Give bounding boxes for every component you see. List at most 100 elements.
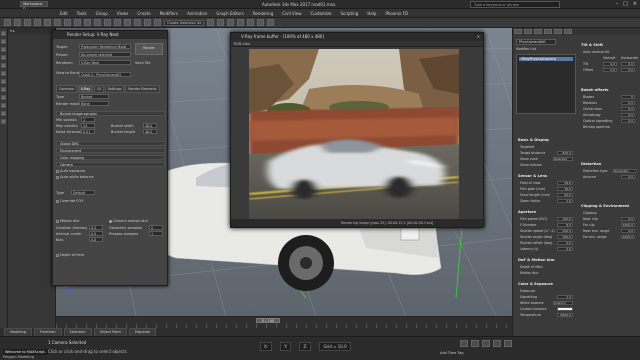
temperature-field[interactable]: 6500.0 [557, 313, 573, 317]
schematic-icon[interactable] [227, 19, 235, 26]
shutter-offset-field[interactable]: 0.0 [557, 241, 573, 245]
far-env-field[interactable]: 1000.0 [621, 235, 635, 239]
targeted-checkbox[interactable]: Targeted [520, 145, 534, 149]
menu-group[interactable]: Group [96, 11, 108, 16]
camera-type-dropdown[interactable]: Default [71, 190, 95, 195]
vignetting-checkbox[interactable]: Vignetting [520, 295, 537, 299]
select-by-name-icon[interactable] [64, 19, 71, 26]
prepass-samples-field[interactable]: 1 [149, 231, 163, 236]
next-frame-icon[interactable] [493, 340, 501, 347]
bokeh-rollout[interactable]: Bokeh effects [581, 88, 609, 92]
amount-field[interactable]: 0.0 [621, 175, 635, 179]
rotation-field[interactable]: 0.0 [621, 101, 635, 105]
bias-field[interactable]: 0.0 [89, 237, 103, 242]
menu-customize[interactable]: Customize [311, 11, 332, 16]
align-icon[interactable] [154, 19, 161, 26]
motion-blur-checkbox[interactable]: Motion blur [520, 271, 539, 275]
camera-motion-blur-checkbox[interactable]: Camera motion blur [109, 219, 148, 223]
render-mask-dropdown[interactable]: None [79, 101, 109, 106]
x-coordinate-field[interactable]: X: [260, 342, 273, 351]
override-fov-checkbox[interactable]: Override FOV [56, 199, 83, 203]
timeline[interactable]: 0 / 100 [56, 316, 512, 329]
exposure-checkbox[interactable]: Exposure [520, 289, 535, 293]
field-of-view-field[interactable]: 39.6 [557, 181, 573, 185]
offset-vertical-field[interactable]: 0.0 [603, 68, 617, 72]
menu-modifiers[interactable]: Modifiers [160, 11, 178, 16]
render-setup-icon[interactable] [247, 19, 255, 26]
hierarchy-icon[interactable] [1, 47, 6, 52]
utilities-tab-icon[interactable] [564, 29, 572, 34]
menu-views[interactable]: Views [117, 11, 129, 16]
motion-tab-icon[interactable] [544, 29, 552, 34]
menu-graph-editors[interactable]: Graph Editors [216, 11, 243, 16]
target-dropdown[interactable]: Production Rendering Mode [79, 44, 131, 49]
search-input[interactable]: Type a keyword or phrase [470, 1, 560, 8]
menu-rendering[interactable]: Rendering [253, 11, 273, 16]
camera-rollout[interactable]: Camera [56, 162, 165, 167]
preset-dropdown[interactable]: No preset selected [79, 52, 131, 57]
view-to-render-dropdown[interactable]: Quad 4 - PhysCamera01 [79, 72, 131, 77]
motion-icon[interactable] [1, 55, 6, 60]
bucket-width-field[interactable]: 48.0 [143, 123, 157, 128]
modifier-list-dropdown[interactable]: Modifier List [516, 47, 536, 51]
motion-blur-checkbox[interactable]: Motion blur [56, 219, 80, 223]
depth-of-field-checkbox[interactable]: Depth of field [56, 253, 84, 257]
target-distance-field[interactable]: 600.0 [557, 151, 573, 155]
render-image[interactable] [249, 49, 459, 221]
close-icon[interactable]: × [633, 1, 637, 7]
tool-icon[interactable] [1, 87, 6, 92]
scale-icon[interactable] [104, 19, 111, 26]
menu-scripting[interactable]: Scripting [341, 11, 359, 16]
add-time-tag[interactable]: Add Time Tag [440, 351, 464, 355]
tilt-shift-rollout[interactable]: Tilt & Shift [581, 43, 603, 47]
time-slider[interactable]: 0 / 100 [256, 318, 280, 323]
far-clip-field[interactable]: 1000.0 [621, 223, 635, 227]
material-editor-icon[interactable] [237, 19, 245, 26]
zoom-factor-field[interactable]: 1.0 [557, 199, 573, 203]
maximize-icon[interactable]: □ [623, 1, 628, 7]
tab-gi[interactable]: GI [94, 85, 104, 93]
tilt-horizontal-field[interactable]: 0.0 [621, 62, 635, 66]
vignetting-field[interactable]: 1.0 [557, 295, 573, 299]
near-env-field[interactable]: 0.0 [621, 229, 635, 233]
clipping-checkbox[interactable]: Clipping [583, 211, 596, 215]
select-icon[interactable] [54, 19, 61, 26]
modify-tab-icon[interactable] [524, 29, 532, 34]
dof-motion-blur-rollout[interactable]: DoF & Motion blur [518, 258, 555, 262]
geometry-samples-field[interactable]: 2 [149, 225, 163, 230]
display-icon[interactable] [1, 63, 6, 68]
render-frame-icon[interactable] [257, 19, 265, 26]
undo-icon[interactable] [4, 19, 11, 26]
tab-settings[interactable]: Settings [104, 85, 125, 93]
film-gate-field[interactable]: 36.0 [557, 187, 573, 191]
sensor-lens-rollout[interactable]: Sensor & Lens [518, 174, 547, 178]
rect-select-icon[interactable] [74, 19, 81, 26]
latency-field[interactable]: 0.0 [557, 247, 573, 251]
min-subdivs-field[interactable]: 1 [81, 117, 95, 122]
bucket-sampler-rollout[interactable]: Bucket image sampler [56, 111, 165, 116]
film-speed-field[interactable]: 100.0 [557, 217, 573, 221]
duration-field[interactable]: 0.5 [89, 225, 103, 230]
color-exposure-rollout[interactable]: Color & Exposure [518, 282, 553, 286]
auto-white-balance-checkbox[interactable]: Auto white balance [56, 175, 94, 179]
offset-horizontal-field[interactable]: 0.0 [621, 68, 635, 72]
interval-center-field[interactable]: 0.5 [89, 231, 103, 236]
create-icon[interactable] [1, 31, 6, 36]
blades-checkbox[interactable]: Blades [583, 95, 594, 99]
selection-set-dropdown[interactable]: Create Selection Se [164, 19, 205, 26]
minimize-icon[interactable]: – [616, 1, 619, 7]
center-bias-field[interactable]: 0.0 [621, 107, 635, 111]
environment-rollout[interactable]: Environment [56, 148, 165, 153]
near-clip-field[interactable]: 0.0 [621, 217, 635, 221]
color-mapping-rollout[interactable]: Color mapping [56, 155, 165, 160]
bitmap-aperture-checkbox[interactable]: Bitmap aperture [583, 125, 610, 129]
max-subdivs-field[interactable]: 24 [81, 123, 95, 128]
modify-icon[interactable] [1, 39, 6, 44]
vfb-channel-dropdown[interactable]: RGB color [231, 41, 483, 47]
move-icon[interactable] [84, 19, 91, 26]
z-coordinate-field[interactable]: Z: [299, 342, 312, 351]
menu-animation[interactable]: Animation [187, 11, 207, 16]
anisotropy-field[interactable]: 0.0 [621, 113, 635, 117]
depth-of-field-checkbox[interactable]: Depth of field [520, 265, 542, 269]
menu-edit[interactable]: Edit [60, 11, 68, 16]
